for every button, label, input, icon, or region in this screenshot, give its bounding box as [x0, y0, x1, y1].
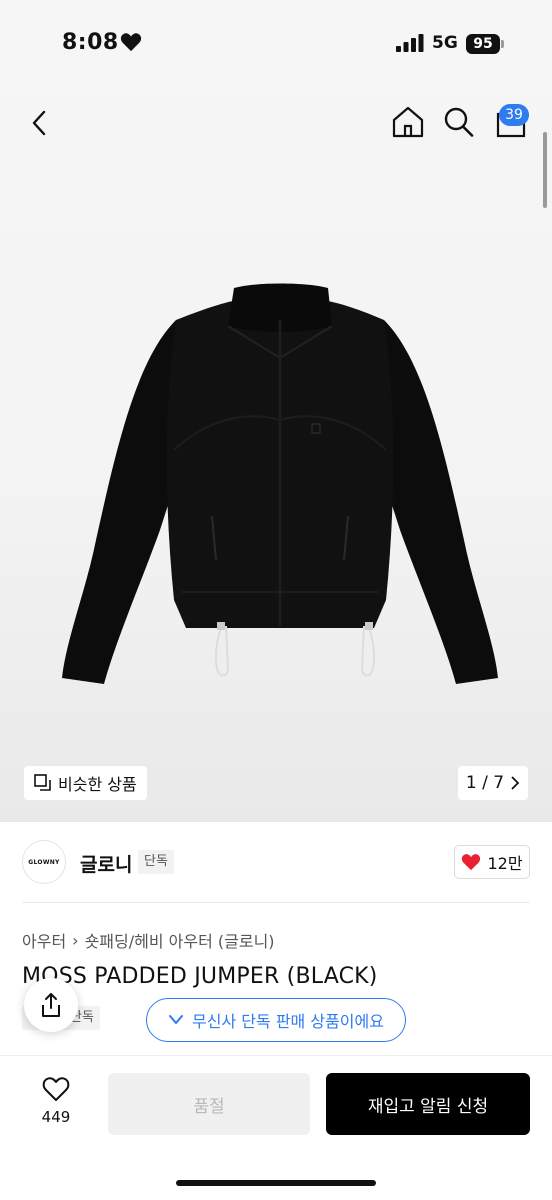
breadcrumb-subcategory[interactable]: 숏패딩/헤비 아우터 (글로니)	[85, 928, 275, 952]
similar-products-label: 비슷한 상품	[58, 775, 137, 794]
network-type: 5G	[432, 33, 458, 53]
brand-exclusive-tag: 단독	[138, 850, 174, 874]
status-bar: 8:08 5G 95	[0, 0, 552, 90]
copy-icon	[34, 774, 51, 791]
chevron-right-icon	[511, 776, 520, 790]
home-indicator	[176, 1180, 376, 1186]
check-icon	[169, 1015, 184, 1024]
brand-row: GLOWNY 글로니 단독 12만	[22, 838, 530, 888]
top-nav	[0, 92, 552, 156]
search-icon[interactable]	[442, 104, 476, 140]
home-icon[interactable]	[390, 104, 426, 140]
exclusive-sale-banner[interactable]: 무신사 단독 판매 상품이에요	[146, 998, 406, 1042]
share-button[interactable]	[24, 978, 78, 1032]
restock-alert-button[interactable]: 재입고 알림 신청	[326, 1073, 530, 1135]
breadcrumb-category[interactable]: 아우터	[22, 928, 66, 952]
status-time: 8:08	[62, 30, 119, 55]
cart-count-badge: 39	[499, 104, 529, 126]
heart-icon	[462, 854, 481, 871]
brand-name[interactable]: 글로니	[80, 850, 132, 877]
page-indicator: 1 / 7	[465, 773, 505, 793]
back-icon[interactable]	[26, 106, 54, 140]
scroll-indicator	[543, 132, 547, 208]
bottom-action-bar: 449 품절 재입고 알림 신청	[0, 1056, 552, 1200]
sold-out-button: 품절	[108, 1073, 310, 1135]
share-icon	[42, 993, 60, 1017]
brand-like-count: 12만	[487, 854, 523, 873]
brand-like-button[interactable]: 12만	[454, 845, 530, 879]
product-title: MOSS PADDED JUMPER (BLACK)	[22, 964, 378, 989]
signal-icon	[396, 34, 424, 52]
heart-status-icon	[120, 33, 142, 52]
breadcrumb-separator-icon: ›	[72, 930, 79, 950]
breadcrumb: 아우터 › 숏패딩/헤비 아우터 (글로니)	[22, 928, 275, 952]
brand-logo-text: GLOWNY	[28, 858, 60, 866]
wishlist-button[interactable]: 449	[30, 1076, 82, 1142]
battery-cap	[501, 40, 504, 48]
divider	[22, 902, 530, 903]
brand-logo[interactable]: GLOWNY	[22, 840, 66, 884]
image-pager[interactable]: 1 / 7	[458, 766, 528, 800]
heart-outline-icon	[42, 1077, 70, 1101]
battery-level: 95	[466, 34, 500, 54]
similar-products-button[interactable]: 비슷한 상품	[24, 766, 147, 800]
wishlist-count: 449	[41, 1108, 71, 1126]
product-photo-jacket	[62, 283, 498, 684]
exclusive-sale-label: 무신사 단독 판매 상품이에요	[192, 1012, 384, 1031]
